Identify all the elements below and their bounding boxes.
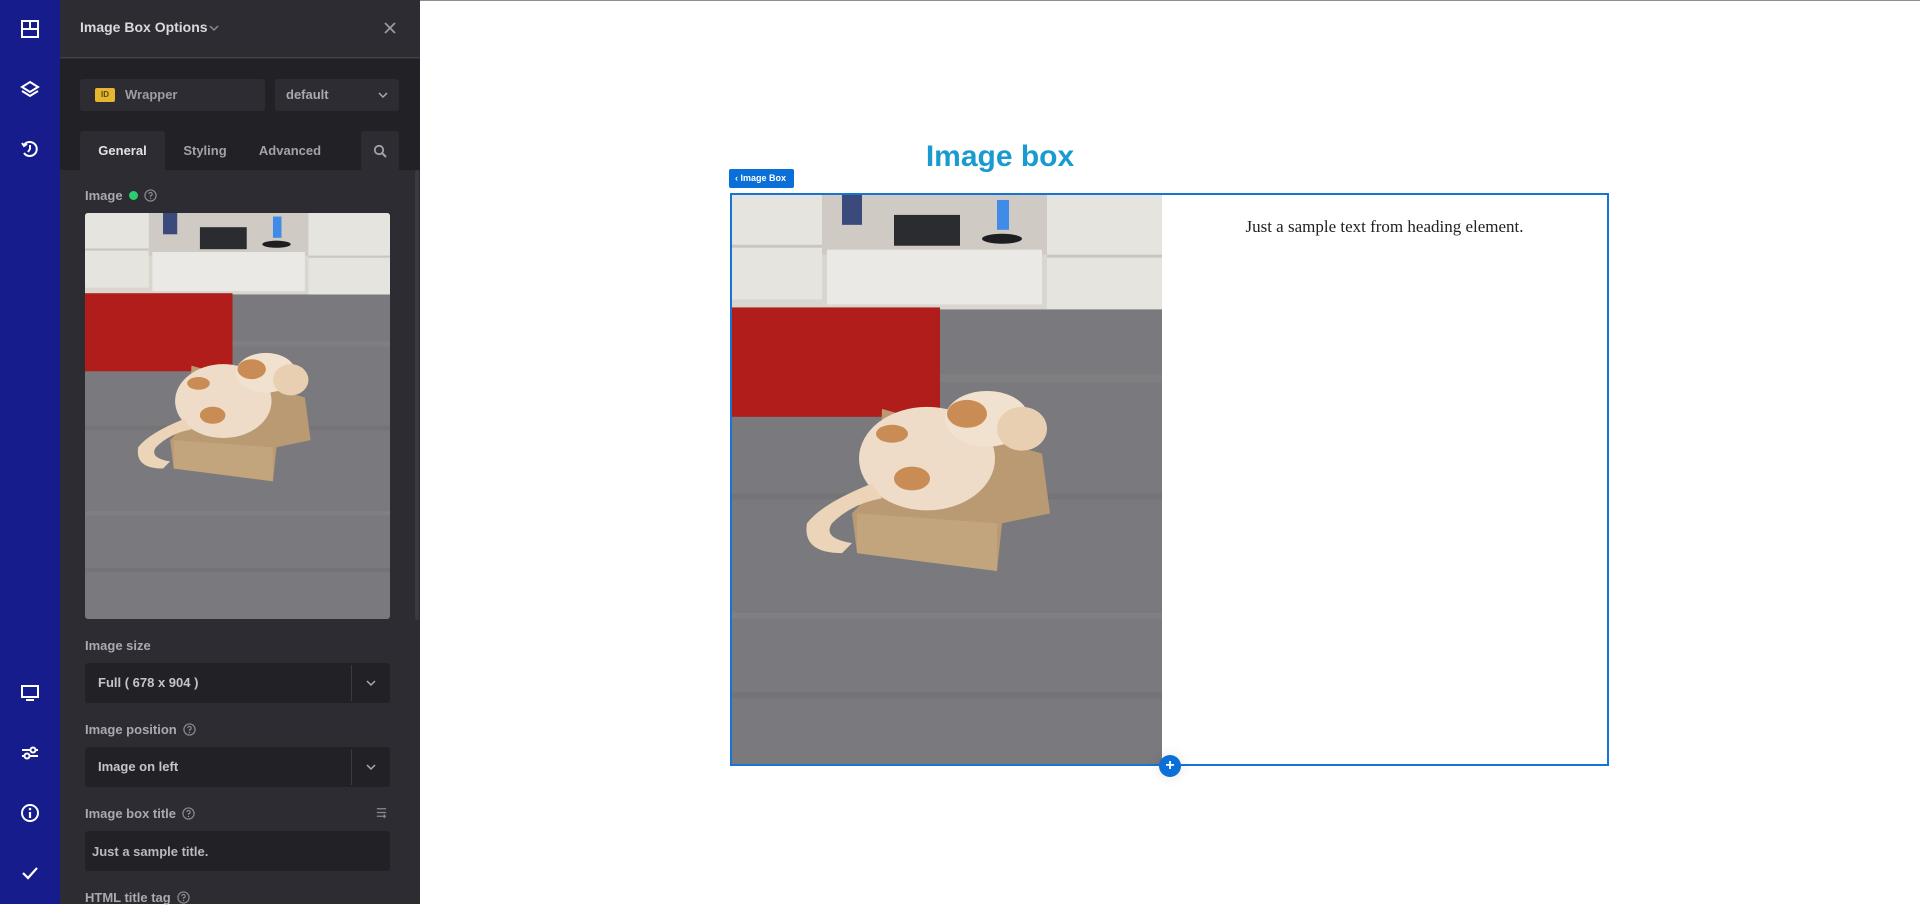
status-dot bbox=[128, 191, 138, 200]
help-icon[interactable] bbox=[177, 891, 190, 904]
html-title-tag-label: HTML title tag bbox=[85, 890, 190, 905]
options-panel: Image Box Options ID Wrapper default Gen… bbox=[60, 0, 420, 905]
element-badge-label: Image Box bbox=[740, 173, 787, 183]
chevron-down-icon bbox=[378, 92, 388, 99]
select-divider bbox=[351, 749, 352, 785]
image-field-label: Image bbox=[85, 188, 157, 203]
search-options-button[interactable] bbox=[361, 131, 399, 170]
tab-advanced[interactable]: Advanced bbox=[245, 131, 335, 170]
image-box-text[interactable]: Just a sample text from heading element. bbox=[1162, 217, 1607, 237]
image-box-element[interactable]: Just a sample text from heading element. bbox=[730, 193, 1609, 766]
save-check-icon[interactable] bbox=[18, 861, 42, 885]
element-settings-header: ID Wrapper default General Styling Advan… bbox=[60, 59, 420, 170]
id-badge: ID bbox=[95, 88, 115, 102]
section-heading[interactable]: Image box bbox=[830, 140, 1170, 174]
chevron-down-icon bbox=[366, 680, 376, 687]
elements-icon[interactable] bbox=[18, 17, 42, 41]
dynamic-data-icon[interactable] bbox=[375, 806, 388, 819]
close-icon[interactable] bbox=[382, 20, 398, 36]
image-box-photo bbox=[732, 195, 1162, 764]
preset-value: default bbox=[286, 87, 329, 102]
help-icon[interactable] bbox=[143, 189, 157, 202]
wrapper-name: Wrapper bbox=[125, 87, 178, 102]
info-icon[interactable] bbox=[18, 801, 42, 825]
layers-icon[interactable] bbox=[18, 77, 42, 101]
image-size-label-text: Image size bbox=[85, 638, 151, 653]
image-preview[interactable] bbox=[85, 213, 390, 619]
panel-title[interactable]: Image Box Options bbox=[80, 19, 208, 35]
preset-select[interactable]: default bbox=[275, 79, 399, 111]
history-icon[interactable] bbox=[18, 137, 42, 161]
chevron-down-icon[interactable] bbox=[207, 21, 221, 35]
image-box-title-label: Image box title bbox=[85, 806, 195, 821]
image-box-title-input[interactable] bbox=[85, 831, 390, 871]
image-position-select[interactable]: Image on left bbox=[85, 747, 390, 787]
search-icon bbox=[373, 144, 387, 158]
image-size-value: Full ( 678 x 904 ) bbox=[98, 675, 199, 690]
help-icon[interactable] bbox=[182, 807, 195, 820]
image-position-label-text: Image position bbox=[85, 722, 177, 737]
select-divider bbox=[351, 665, 352, 701]
add-element-button[interactable]: + bbox=[1159, 755, 1181, 777]
image-size-select[interactable]: Full ( 678 x 904 ) bbox=[85, 663, 390, 703]
tab-general[interactable]: General bbox=[80, 131, 165, 170]
left-toolbar bbox=[0, 0, 60, 904]
image-size-label: Image size bbox=[85, 638, 151, 653]
chevron-down-icon bbox=[366, 764, 376, 771]
image-position-label: Image position bbox=[85, 722, 196, 737]
responsive-icon[interactable] bbox=[18, 681, 42, 705]
cat-photo-thumbnail bbox=[85, 213, 390, 619]
cat-photo bbox=[732, 195, 1162, 764]
image-position-value: Image on left bbox=[98, 759, 179, 774]
element-id-field[interactable]: ID Wrapper bbox=[80, 79, 265, 111]
html-title-tag-label-text: HTML title tag bbox=[85, 890, 171, 905]
settings-sliders-icon[interactable] bbox=[18, 741, 42, 765]
element-badge[interactable]: ‹ Image Box bbox=[729, 169, 794, 188]
help-icon[interactable] bbox=[183, 723, 196, 736]
image-box-title-label-text: Image box title bbox=[85, 806, 177, 821]
image-label-text: Image bbox=[85, 188, 123, 203]
panel-header: Image Box Options bbox=[60, 0, 420, 58]
panel-scrollbar[interactable] bbox=[415, 170, 419, 620]
tab-styling[interactable]: Styling bbox=[165, 131, 245, 170]
